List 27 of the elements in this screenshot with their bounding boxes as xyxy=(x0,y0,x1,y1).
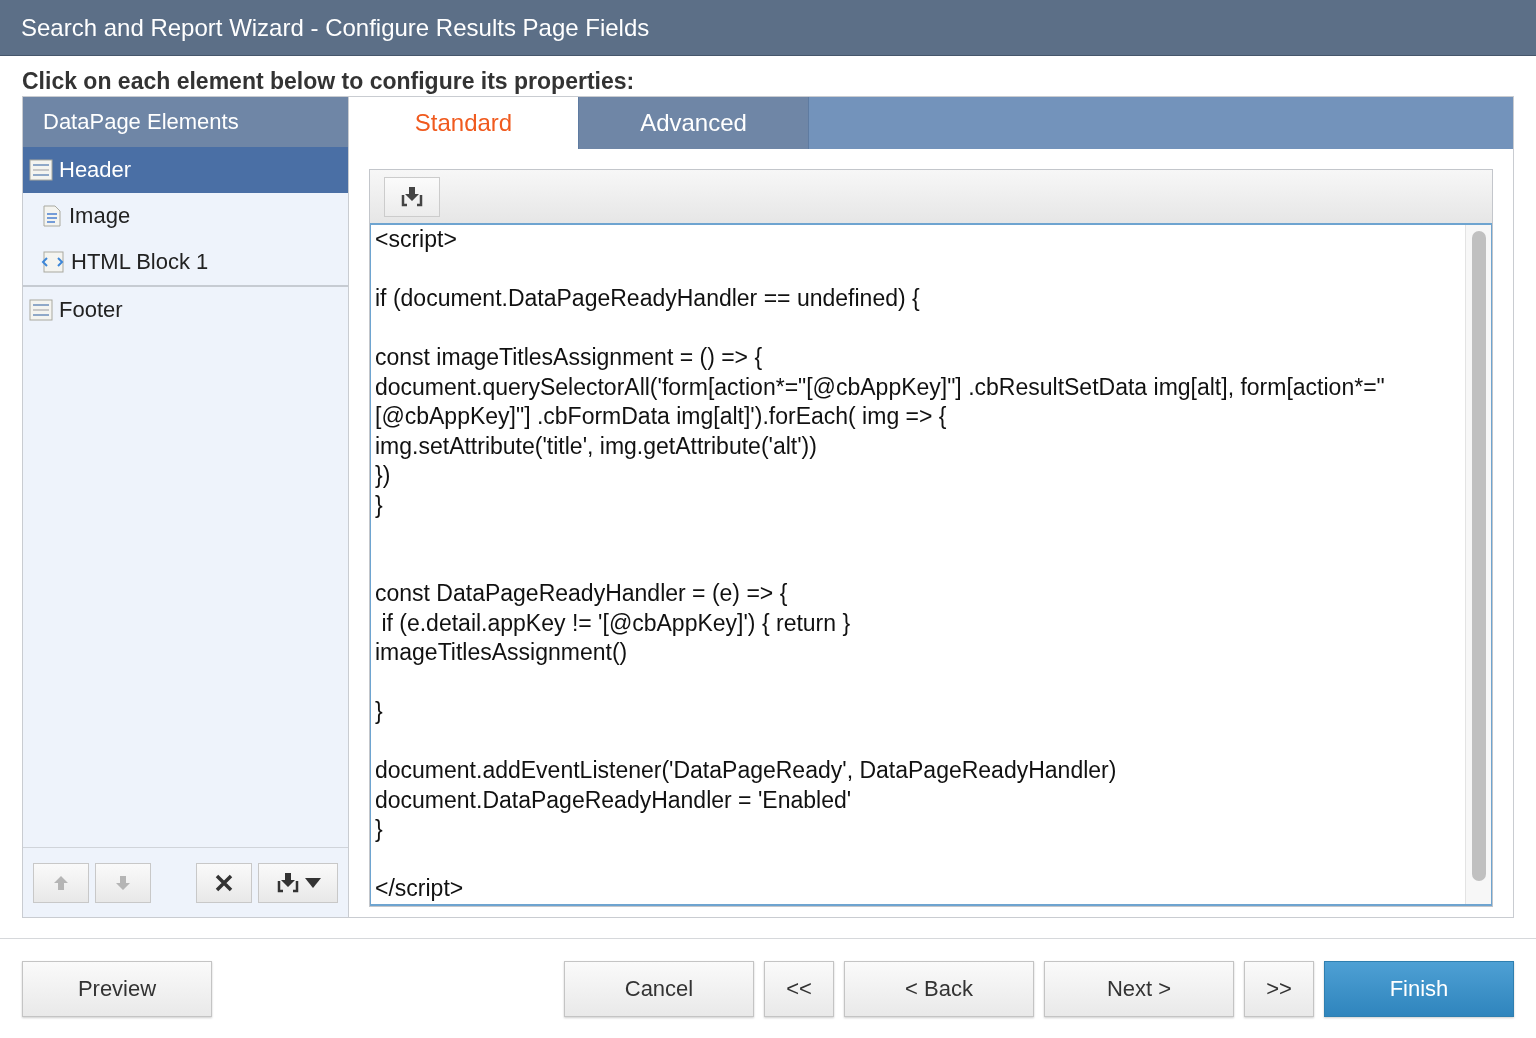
section-icon xyxy=(29,159,53,181)
tree-item[interactable]: Header xyxy=(23,147,348,193)
sidebar-title: DataPage Elements xyxy=(23,97,348,147)
nav-button[interactable]: Preview xyxy=(22,960,212,1017)
tree-item[interactable]: Footer xyxy=(23,287,348,333)
document-icon xyxy=(41,205,63,227)
window-title: Search and Report Wizard - Configure Results Page Fields xyxy=(21,13,650,42)
arrow-up-icon xyxy=(53,874,69,891)
arrow-down-icon xyxy=(115,874,131,891)
tree-item[interactable]: HTML Block 1 xyxy=(23,239,348,285)
nav-button[interactable]: Next > xyxy=(1044,960,1234,1017)
section-icon xyxy=(29,299,53,321)
nav-button[interactable]: < Back xyxy=(844,960,1034,1017)
caret-icon xyxy=(305,877,321,888)
insert-icon xyxy=(275,870,301,895)
instruction-text: Click on each element below to configure its properties: xyxy=(21,67,636,96)
insert-button[interactable] xyxy=(384,176,440,217)
nav-button[interactable]: >> xyxy=(1244,960,1314,1017)
close-icon xyxy=(214,872,234,893)
insert-button[interactable] xyxy=(258,862,338,903)
tab[interactable]: Advanced xyxy=(579,97,809,149)
tree-item[interactable]: Image xyxy=(23,193,348,239)
nav-button[interactable]: Cancel xyxy=(564,960,754,1017)
nav-button[interactable]: << xyxy=(764,960,834,1017)
delete-button[interactable] xyxy=(196,862,252,903)
code-icon xyxy=(41,251,65,273)
insert-icon xyxy=(399,184,425,209)
